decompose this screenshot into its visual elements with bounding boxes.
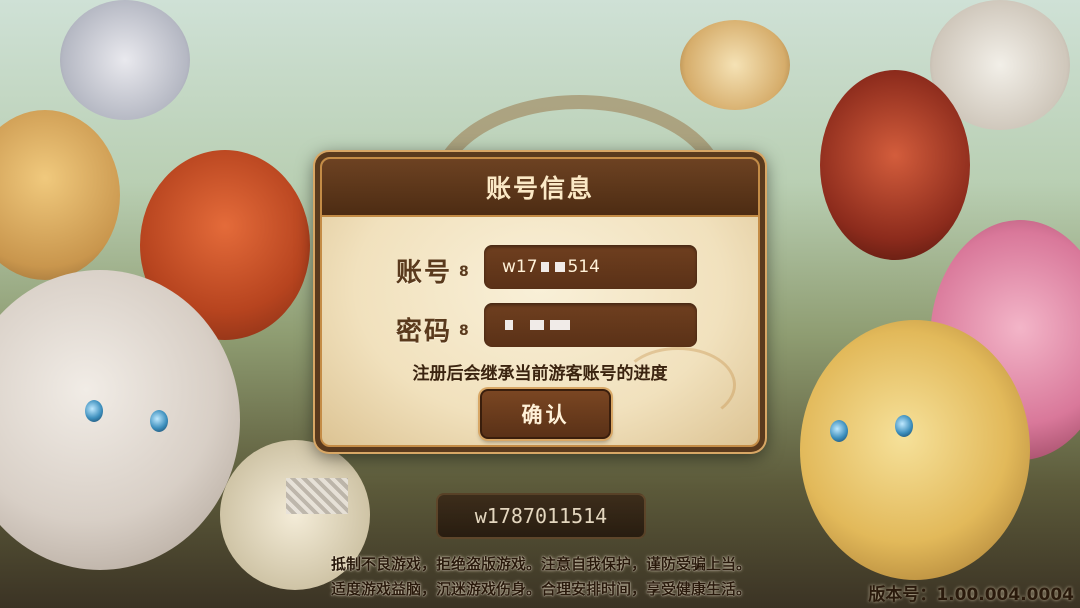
password-label-colon: 8	[459, 323, 469, 339]
account-value: w17	[502, 257, 538, 277]
character-blonde-left	[0, 110, 120, 280]
eye-icon	[830, 420, 848, 442]
version-number: 版本号：1.00.004.0004	[868, 585, 1074, 605]
mosaic-blur	[286, 478, 348, 514]
dialog-body: 账号信息 账号 8 w17 514 密码 8 注册后会继承当前游客账号的进度 确…	[320, 157, 760, 447]
health-notice-line2: 适度游戏益脑，沉迷游戏伤身。合理安排时间，享受健康生活。	[330, 580, 751, 598]
masked-text	[554, 262, 565, 272]
password-label: 密码	[396, 317, 453, 347]
character-jester	[820, 70, 970, 260]
confirm-button[interactable]: 确认	[480, 389, 611, 439]
account-id-plate: w1787011514	[436, 493, 646, 539]
password-field[interactable]	[484, 303, 697, 347]
eye-icon	[895, 415, 913, 437]
eye-icon	[85, 400, 103, 422]
character-mouse	[680, 20, 790, 110]
account-value-tail: 514	[567, 257, 600, 277]
decorative-swirl	[620, 347, 736, 423]
account-label: 账号	[396, 258, 453, 288]
account-label-colon: 8	[459, 264, 469, 280]
masked-text	[505, 320, 513, 330]
dialog-title: 账号信息	[485, 174, 594, 203]
character-blonde-bow	[800, 320, 1030, 580]
character-silver-hair	[60, 0, 190, 120]
eye-icon	[150, 410, 168, 432]
masked-text	[540, 262, 549, 272]
account-info-dialog: 账号信息 账号 8 w17 514 密码 8 注册后会继承当前游客账号的进度 确…	[315, 152, 765, 452]
masked-text	[550, 320, 570, 330]
account-field[interactable]: w17 514	[484, 245, 697, 289]
dialog-header: 账号信息	[322, 159, 758, 217]
health-notice-line1: 抵制不良游戏，拒绝盗版游戏。注意自我保护，谨防受骗上当。	[330, 555, 751, 573]
masked-text	[530, 320, 544, 330]
